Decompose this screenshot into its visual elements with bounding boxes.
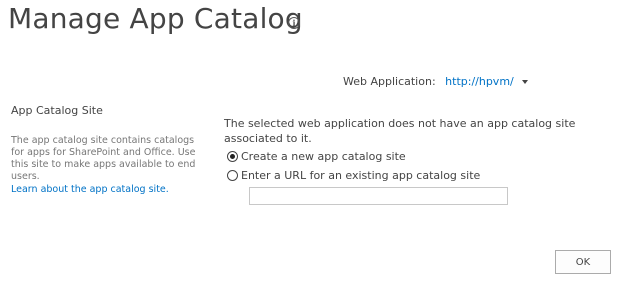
learn-more-link[interactable]: Learn about the app catalog site. (11, 184, 169, 195)
web-application-selector: Web Application: http://hpvm/ (343, 75, 529, 88)
section-heading: App Catalog Site (11, 104, 103, 117)
ok-button[interactable]: OK (555, 250, 611, 274)
existing-catalog-url-label[interactable]: Enter a URL for an existing app catalog … (241, 169, 480, 182)
create-new-catalog-label[interactable]: Create a new app catalog site (241, 150, 406, 163)
create-new-catalog-option[interactable]: Create a new app catalog site (227, 150, 406, 163)
page-title: Manage App Catalog (8, 2, 303, 35)
chevron-down-icon[interactable] (522, 80, 529, 84)
web-application-value[interactable]: http://hpvm/ (445, 75, 514, 88)
info-icon[interactable]: i (288, 17, 300, 29)
existing-catalog-url-option[interactable]: Enter a URL for an existing app catalog … (227, 169, 480, 182)
no-catalog-message: The selected web application does not ha… (224, 117, 576, 145)
radio-button-selected[interactable] (227, 151, 238, 162)
catalog-url-input[interactable] (249, 187, 508, 205)
section-description: The app catalog site contains catalogs f… (11, 135, 196, 182)
web-application-label: Web Application: (343, 75, 436, 88)
radio-button-unselected[interactable] (227, 170, 238, 181)
